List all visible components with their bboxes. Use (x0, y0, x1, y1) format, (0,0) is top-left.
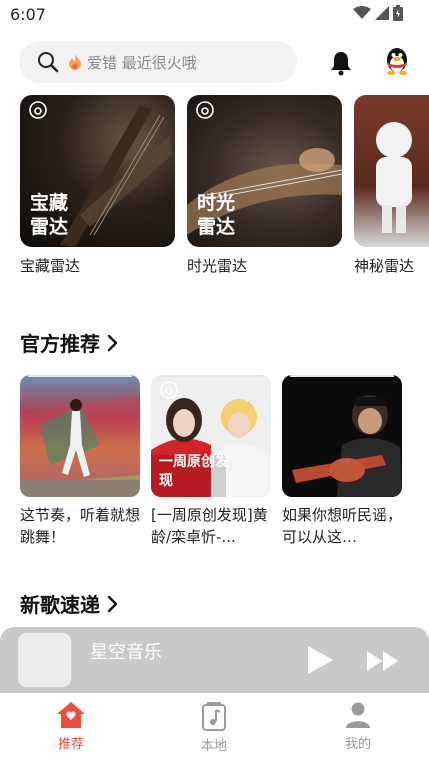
playlist-card[interactable]: 一周原创发现 [一周原创发现]黄龄/栾卓忻-... (151, 375, 271, 548)
tab-mine[interactable]: 我的 (318, 701, 398, 752)
qq-penguin-icon[interactable] (384, 46, 410, 76)
bell-icon[interactable] (329, 50, 353, 76)
wifi-icon (353, 6, 371, 19)
netease-logo-icon (160, 381, 178, 399)
person-icon (346, 702, 370, 728)
battery-icon (393, 5, 403, 21)
status-icons (353, 5, 403, 21)
radar-caption: 时光雷达 (187, 257, 248, 275)
radar-cover: 时光雷达 (187, 95, 342, 247)
search-bar[interactable]: 爱错 最近很火哦 (19, 41, 297, 83)
new-songs-section-header[interactable]: 新歌速递 (20, 589, 118, 618)
radar-card-treasure[interactable]: 宝藏雷达 宝藏雷达 (20, 95, 175, 276)
radar-overlay-title: 时光雷达 (197, 192, 236, 238)
radar-overlay-title: 宝藏雷达 (30, 192, 69, 238)
chevron-right-icon (107, 334, 118, 351)
playlist-card[interactable]: 如果你想听民谣，可以从这… (282, 375, 402, 548)
radar-caption: 神秘雷达 (354, 257, 415, 275)
radar-cover (354, 95, 429, 247)
player-track-title: 星空音乐 (90, 642, 162, 663)
playlist-caption: [一周原创发现]黄龄/栾卓忻-... (151, 506, 268, 546)
chevron-right-icon (107, 595, 118, 612)
player-album-art[interactable] (18, 633, 71, 687)
tab-local[interactable]: 本地 (174, 701, 254, 754)
signal-icon (375, 6, 389, 20)
playlist-overlay-title: 一周原创发现 (159, 454, 229, 489)
playlist-cover (282, 375, 402, 497)
playlist-caption: 这节奏，听着就想跳舞！ (20, 506, 140, 546)
tab-label: 本地 (200, 739, 227, 754)
radar-cover: 宝藏雷达 (20, 95, 175, 247)
section-title: 新歌速递 (20, 593, 100, 617)
tab-label: 我的 (344, 737, 371, 752)
status-time: 6:07 (10, 5, 46, 24)
bottom-tab-bar: 推荐 本地 我的 (0, 693, 429, 763)
mini-player[interactable]: 星空音乐 (0, 627, 429, 693)
radar-carousel[interactable]: 宝藏雷达 宝藏雷达 时光雷达 时光雷达 神秘雷达 (20, 95, 429, 285)
fast-forward-icon[interactable] (367, 651, 399, 671)
play-icon[interactable] (306, 645, 334, 675)
playlist-card[interactable]: 这节奏，听着就想跳舞！ (20, 375, 140, 548)
home-icon (57, 702, 85, 728)
fire-icon (69, 54, 81, 70)
playlist-cover (20, 375, 140, 497)
radar-card-mystery[interactable]: 神秘雷达 (354, 95, 429, 276)
search-icon (38, 52, 59, 73)
music-file-icon (202, 702, 226, 731)
search-input[interactable]: 爱错 最近很火哦 (87, 52, 197, 73)
playlist-cover: 一周原创发现 (151, 375, 271, 497)
radar-caption: 宝藏雷达 (20, 257, 81, 275)
section-title: 官方推荐 (20, 332, 100, 356)
playlist-caption: 如果你想听民谣，可以从这… (282, 506, 402, 546)
status-bar: 6:07 (0, 0, 429, 30)
netease-logo-icon (196, 101, 214, 119)
app-screen: 6:07 爱错 最近很火哦 宝藏雷达 宝藏雷达 时光雷达 时光雷达 神秘雷达 官… (0, 0, 429, 763)
netease-logo-icon (29, 101, 47, 119)
tab-recommend[interactable]: 推荐 (31, 701, 111, 752)
official-carousel[interactable]: 这节奏，听着就想跳舞！ 一周原创发现 [一周原创发现]黄龄/栾卓忻-... 如果… (20, 375, 429, 565)
radar-card-time[interactable]: 时光雷达 时光雷达 (187, 95, 342, 276)
official-section-header[interactable]: 官方推荐 (20, 328, 118, 357)
tab-label: 推荐 (57, 737, 84, 752)
